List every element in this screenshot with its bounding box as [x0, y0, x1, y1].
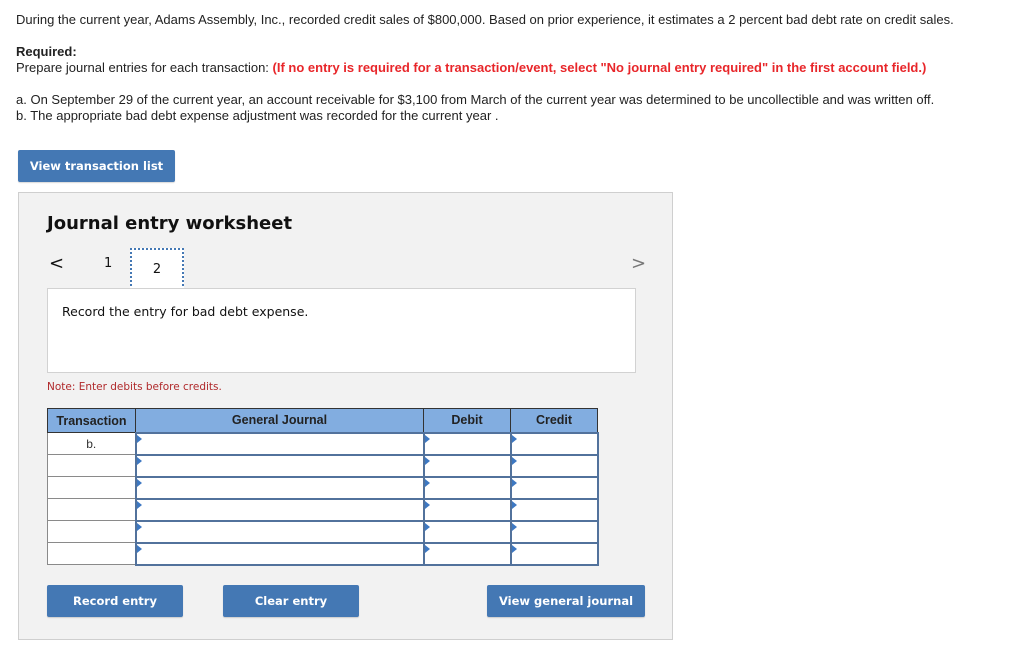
- account-select[interactable]: [136, 543, 423, 564]
- debit-input[interactable]: [424, 477, 510, 498]
- transaction-cell: [47, 454, 136, 477]
- table-row: [47, 519, 599, 544]
- account-select[interactable]: [136, 521, 423, 542]
- header-transaction: Transaction: [47, 408, 136, 433]
- record-entry-button[interactable]: Record entry: [47, 585, 183, 617]
- credit-input[interactable]: [511, 433, 597, 454]
- entry-description-box: Record the entry for bad debt expense.: [47, 288, 636, 373]
- account-select[interactable]: [136, 433, 423, 454]
- entry-description: Record the entry for bad debt expense.: [62, 304, 309, 319]
- debit-input[interactable]: [424, 521, 510, 542]
- journal-table: Transaction General Journal Debit Credit…: [47, 408, 599, 566]
- table-row: b.: [47, 431, 599, 456]
- transaction-item-b: b. The appropriate bad debt expense adju…: [16, 108, 499, 123]
- view-general-journal-button[interactable]: View general journal: [487, 585, 645, 617]
- required-heading: Required:: [16, 44, 77, 59]
- credit-input[interactable]: [511, 543, 597, 564]
- page-tab-2[interactable]: 2: [130, 248, 184, 290]
- transaction-item-a: a. On September 29 of the current year, …: [16, 92, 935, 107]
- debit-input[interactable]: [424, 433, 510, 454]
- journal-entry-worksheet-panel: Journal entry worksheet < 1 2 > Record t…: [18, 192, 673, 640]
- table-row: [47, 541, 599, 566]
- table-row: [47, 475, 599, 500]
- worksheet-title: Journal entry worksheet: [47, 213, 293, 234]
- clear-entry-button[interactable]: Clear entry: [223, 585, 359, 617]
- account-select[interactable]: [136, 455, 423, 476]
- journal-table-header: Transaction General Journal Debit Credit: [47, 408, 598, 433]
- transaction-cell: [47, 542, 136, 565]
- chevron-right-icon[interactable]: >: [631, 253, 646, 274]
- chevron-left-icon[interactable]: <: [49, 253, 64, 274]
- table-row: [47, 453, 599, 478]
- table-row: [47, 497, 599, 522]
- page-tab-2-label: 2: [152, 261, 162, 277]
- transaction-cell: [47, 476, 136, 499]
- instruction-line: Prepare journal entries for each transac…: [16, 60, 926, 75]
- transaction-cell: [47, 520, 136, 543]
- page-tab-1[interactable]: 1: [104, 256, 112, 271]
- account-select[interactable]: [136, 477, 423, 498]
- debit-input[interactable]: [424, 499, 510, 520]
- view-transaction-list-button[interactable]: View transaction list: [18, 150, 175, 182]
- note-text: Note: Enter debits before credits.: [47, 381, 222, 393]
- instruction-text: Prepare journal entries for each transac…: [16, 60, 273, 75]
- transaction-cell: [47, 498, 136, 521]
- credit-input[interactable]: [511, 455, 597, 476]
- header-general-journal: General Journal: [135, 408, 424, 433]
- credit-input[interactable]: [511, 477, 597, 498]
- instruction-highlight: (If no entry is required for a transacti…: [272, 60, 927, 75]
- header-debit: Debit: [423, 408, 511, 433]
- credit-input[interactable]: [511, 521, 597, 542]
- credit-input[interactable]: [511, 499, 597, 520]
- debit-input[interactable]: [424, 455, 510, 476]
- transaction-cell: b.: [47, 432, 136, 455]
- problem-intro: During the current year, Adams Assembly,…: [16, 12, 954, 27]
- debit-input[interactable]: [424, 543, 510, 564]
- account-select[interactable]: [136, 499, 423, 520]
- header-credit: Credit: [510, 408, 598, 433]
